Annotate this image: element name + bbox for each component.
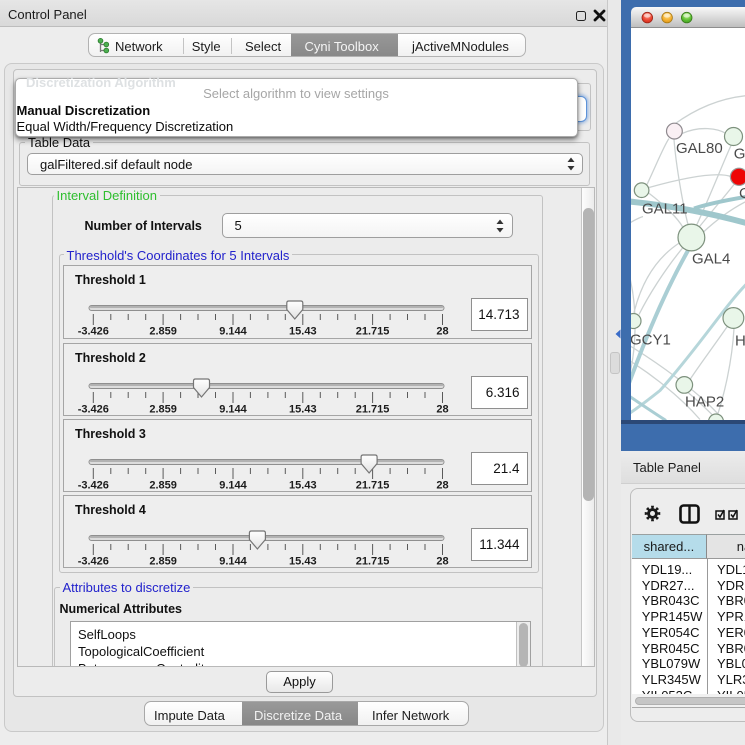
svg-text:2.859: 2.859 bbox=[149, 326, 177, 338]
svg-text:15.43: 15.43 bbox=[289, 555, 317, 567]
svg-text:GCY1: GCY1 bbox=[631, 331, 671, 348]
svg-text:15.43: 15.43 bbox=[289, 403, 317, 415]
svg-text:-3.426: -3.426 bbox=[78, 555, 109, 567]
svg-text:21.715: 21.715 bbox=[356, 403, 390, 415]
svg-text:GAL4: GAL4 bbox=[692, 250, 730, 267]
svg-text:15.43: 15.43 bbox=[289, 326, 317, 338]
svg-text:-3.426: -3.426 bbox=[78, 403, 109, 415]
svg-text:2.859: 2.859 bbox=[149, 555, 177, 567]
svg-text:GAL80: GAL80 bbox=[676, 140, 723, 157]
svg-text:28: 28 bbox=[436, 555, 448, 567]
svg-text:GAL3: GAL3 bbox=[734, 145, 745, 162]
svg-text:28: 28 bbox=[436, 326, 448, 338]
svg-text:9.144: 9.144 bbox=[219, 555, 247, 567]
svg-text:28: 28 bbox=[436, 403, 448, 415]
svg-text:-3.426: -3.426 bbox=[78, 479, 109, 491]
svg-text:9.144: 9.144 bbox=[219, 326, 247, 338]
svg-text:2.859: 2.859 bbox=[149, 479, 177, 491]
svg-text:9.144: 9.144 bbox=[219, 479, 247, 491]
svg-text:CYC8: CYC8 bbox=[739, 185, 745, 202]
svg-text:9.144: 9.144 bbox=[219, 403, 247, 415]
svg-text:GAL11: GAL11 bbox=[642, 200, 688, 217]
svg-text:2.859: 2.859 bbox=[149, 403, 177, 415]
svg-text:HAP2: HAP2 bbox=[685, 393, 724, 410]
svg-text:HIS4: HIS4 bbox=[735, 332, 745, 349]
svg-text:21.715: 21.715 bbox=[356, 326, 390, 338]
svg-text:15.43: 15.43 bbox=[289, 479, 317, 491]
svg-text:21.715: 21.715 bbox=[356, 479, 390, 491]
svg-text:28: 28 bbox=[436, 479, 448, 491]
svg-text:21.715: 21.715 bbox=[356, 555, 390, 567]
svg-text:-3.426: -3.426 bbox=[78, 326, 109, 338]
